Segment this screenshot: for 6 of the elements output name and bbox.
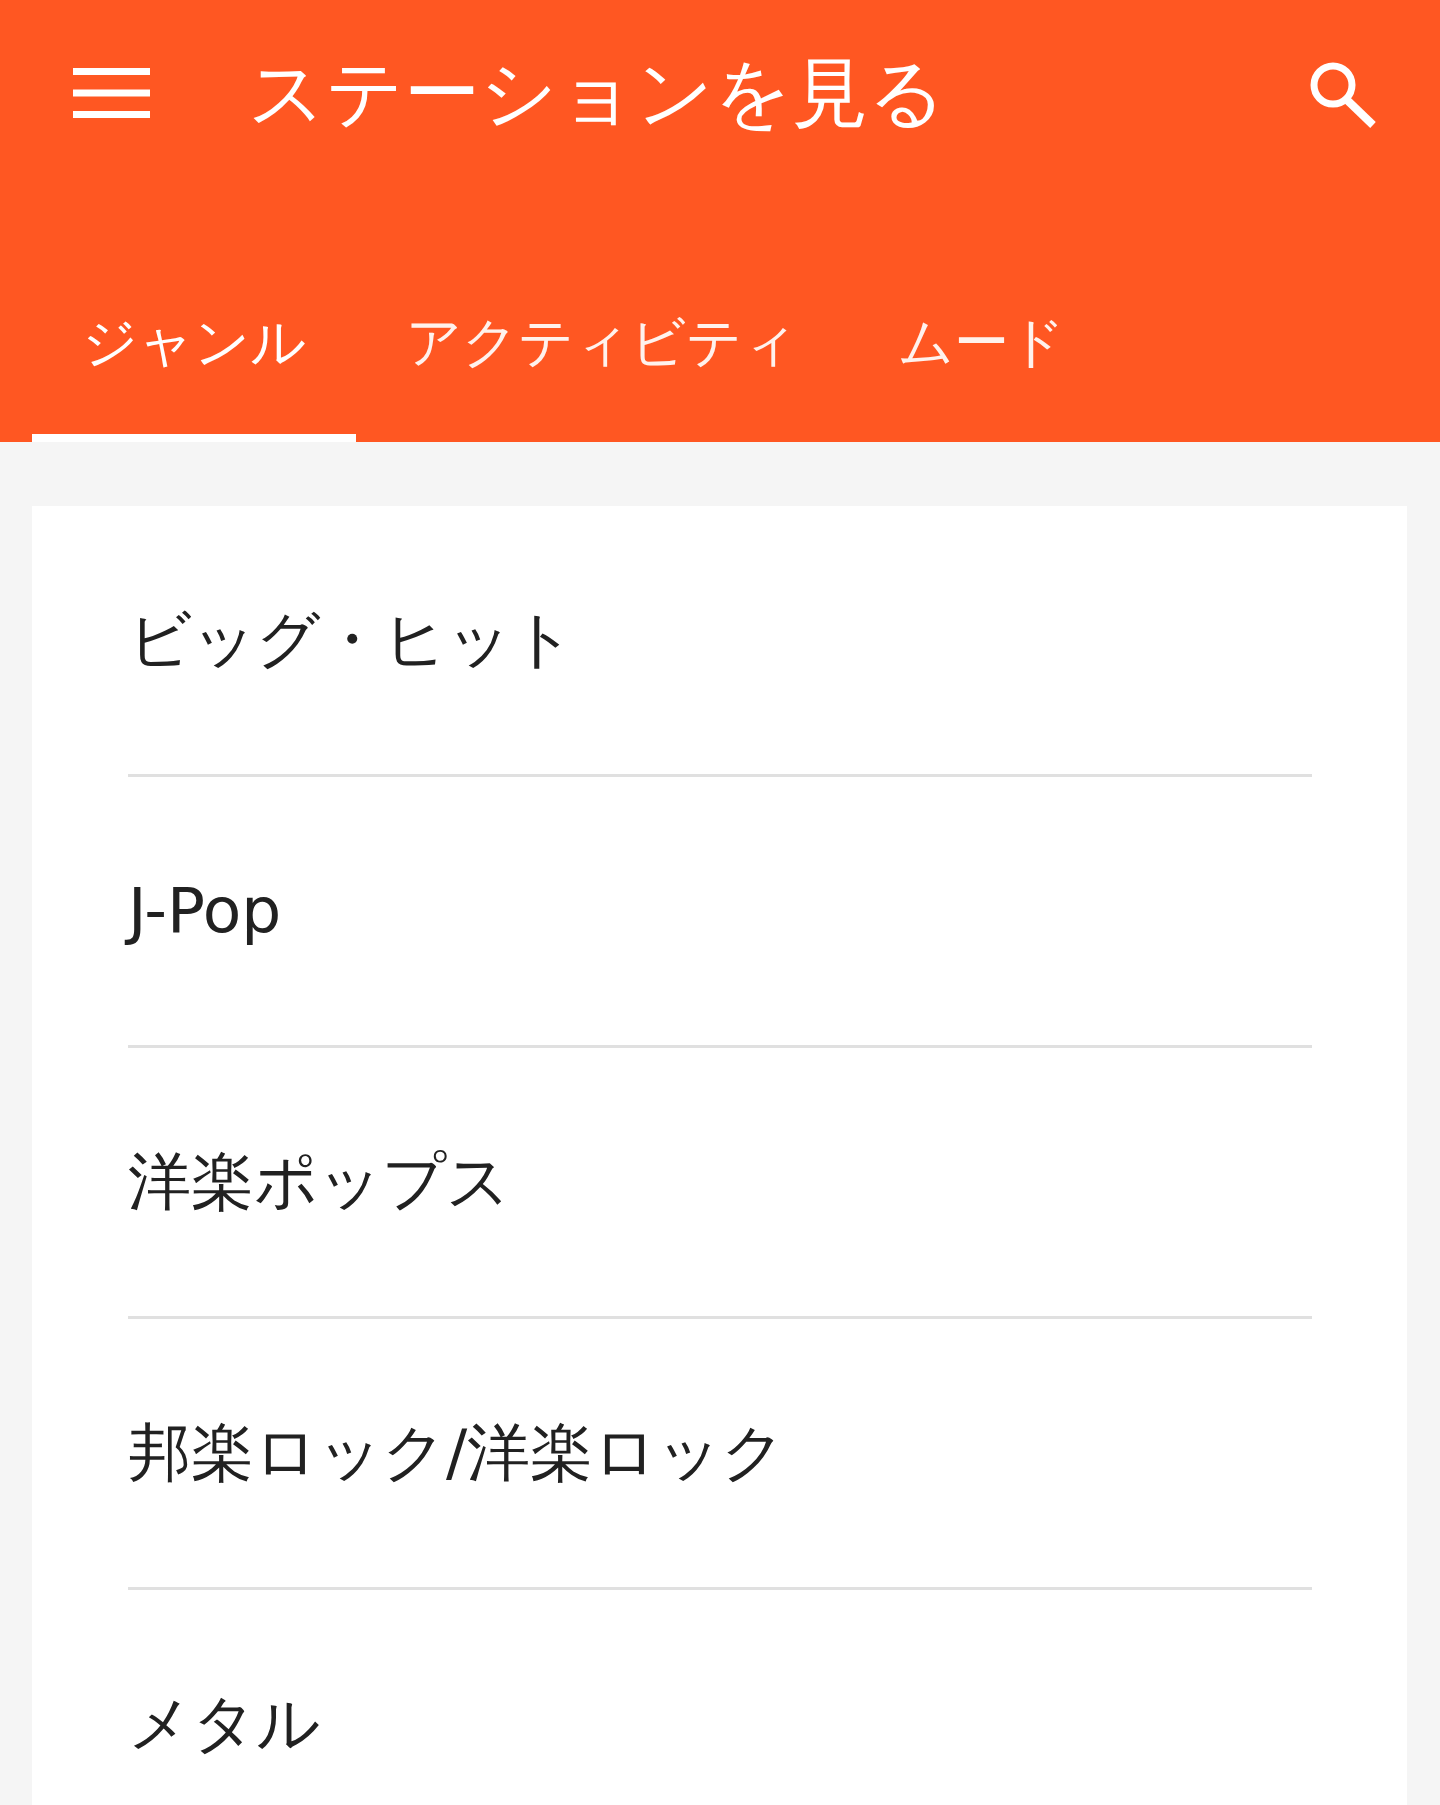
genre-list-item[interactable]: ビッグ・ヒット [128, 605, 575, 675]
genre-list-item[interactable]: 邦楽ロック/洋楽ロック [128, 1418, 786, 1488]
menu-icon[interactable] [73, 68, 150, 118]
screen-title: ステーションを見る [248, 51, 947, 135]
genre-list-item[interactable]: 洋楽ポップス [128, 1147, 510, 1217]
genre-list-item[interactable]: メタル [128, 1689, 320, 1759]
